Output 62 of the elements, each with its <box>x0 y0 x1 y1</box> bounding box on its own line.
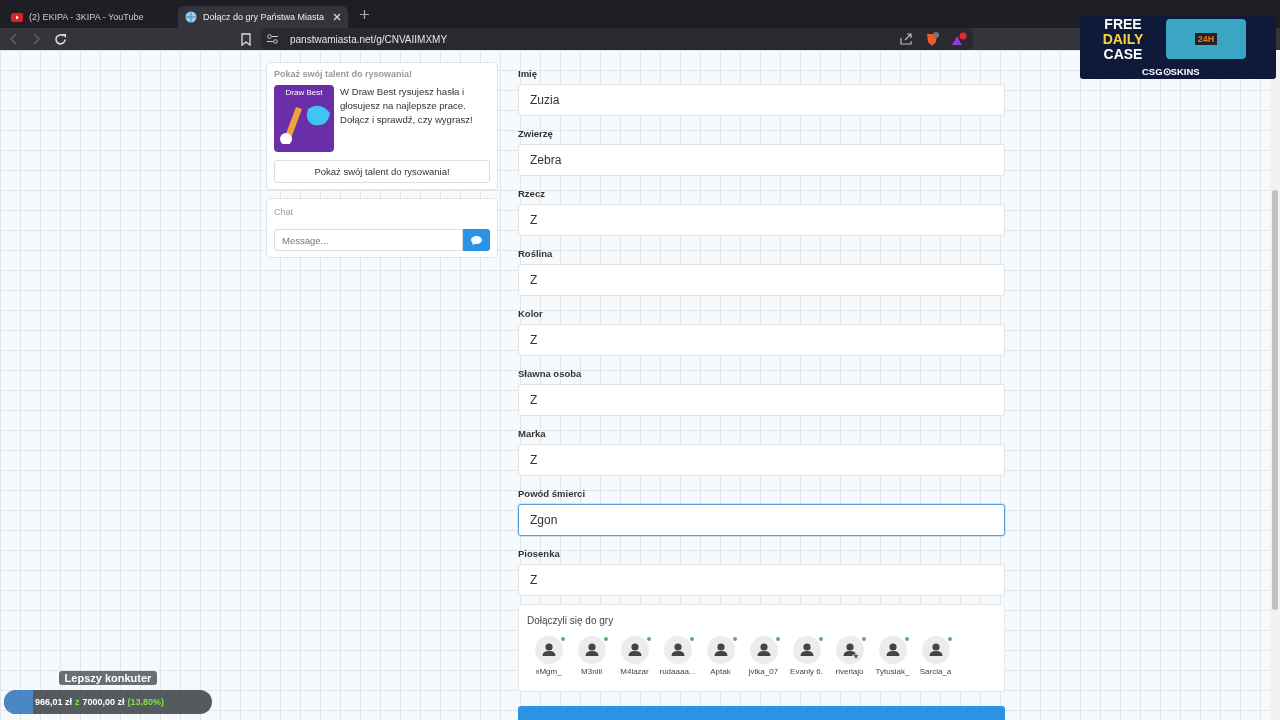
player-name: xMgm_ <box>535 667 562 676</box>
player-name: Evanly 6. <box>790 667 823 676</box>
answer-field[interactable]: Z <box>518 384 1005 416</box>
player-name: Sarcia_a <box>919 667 952 676</box>
field-label: Piosenka <box>518 548 561 561</box>
player-name: riverlajo <box>835 667 864 676</box>
browser-tab[interactable]: (2) EKIPA - 3KIPA - YouTube <box>4 6 174 28</box>
player-name: Aptak <box>710 667 731 676</box>
player-name: M3niii <box>581 667 602 676</box>
bookmark-icon[interactable] <box>241 32 251 46</box>
ad-banner[interactable]: FREE DAILY CASE 24H CSG⊙SKINS <box>1080 15 1276 79</box>
answer-field[interactable]: Z <box>518 564 1005 596</box>
answer-field[interactable]: Zuzia <box>518 84 1005 116</box>
scrollbar-thumb[interactable] <box>1272 190 1278 610</box>
promo-image-title: Draw Best <box>285 88 323 97</box>
chat-title: Chat <box>274 207 294 217</box>
play-icon <box>11 12 23 22</box>
field-label: Kolor <box>518 308 544 321</box>
field-label: Imię <box>518 68 538 81</box>
site-settings-icon[interactable] <box>267 34 278 44</box>
close-icon[interactable] <box>333 13 341 21</box>
player-name: Tytusiak_ <box>875 667 910 676</box>
answer-field[interactable]: Z <box>518 324 1005 356</box>
address-field[interactable]: panstwamiasta.net/g/CNVAIIMXMY <box>261 28 973 50</box>
message-field[interactable]: Message... <box>274 229 463 251</box>
answer-field[interactable]: Zebra <box>518 144 1005 176</box>
promo-heading: Pokaż swój talent do rysowania! <box>274 69 414 79</box>
player-name: jvlka_07 <box>748 667 779 676</box>
field-label: Rzecz <box>518 188 546 201</box>
answer-field[interactable]: Z <box>518 204 1005 236</box>
reload-icon[interactable] <box>54 32 67 46</box>
promo-button[interactable]: Pokaż swój talent do rysowania! <box>274 160 490 183</box>
field-label: Sławna osoba <box>518 368 583 381</box>
answer-field[interactable]: Z <box>518 264 1005 296</box>
field-label: Marka <box>518 428 547 441</box>
promo-text: W Draw Best rysujesz hasła i głosujesz na najlepsze prace. Dołącz i sprawdź, czy wygrasz! <box>340 85 474 127</box>
goal-target: 7000,00 zł <box>82 697 125 707</box>
player-name: M4lazar <box>620 667 649 676</box>
field-label: Roślina <box>518 248 554 261</box>
answer-field[interactable]: Z <box>518 444 1005 476</box>
ad-brand: CSG⊙SKINS <box>1142 66 1200 77</box>
goal-separator: z <box>75 697 80 707</box>
globe-icon <box>185 11 197 23</box>
goal-raised: 966,01 zł <box>35 697 73 707</box>
triangle-icon[interactable] <box>951 31 967 47</box>
case-badge: 24H <box>1194 33 1218 45</box>
new-tab-icon[interactable] <box>360 9 369 19</box>
goal-title: Lepszy konkuter <box>58 671 158 685</box>
shield-icon[interactable] <box>925 31 939 47</box>
field-label: Powód śmierci <box>518 488 587 501</box>
players-title: Dołączyli się do gry <box>527 615 615 626</box>
ad-headline: FREE <box>1104 17 1142 32</box>
ad-headline: DAILY <box>1102 32 1144 47</box>
field-label: Zwierzę <box>518 128 554 141</box>
ad-headline: CASE <box>1103 47 1143 62</box>
goal-percent: (13.80%) <box>127 697 165 707</box>
share-icon[interactable] <box>900 33 913 45</box>
send-button[interactable] <box>463 229 490 251</box>
browser-tab[interactable]: Dołącz do gry Państwa Miasta <box>178 6 348 28</box>
answer-field[interactable]: Zgon <box>518 504 1005 536</box>
chat-bubble-icon <box>471 235 482 245</box>
player-name: rudaaaa... <box>659 667 696 676</box>
